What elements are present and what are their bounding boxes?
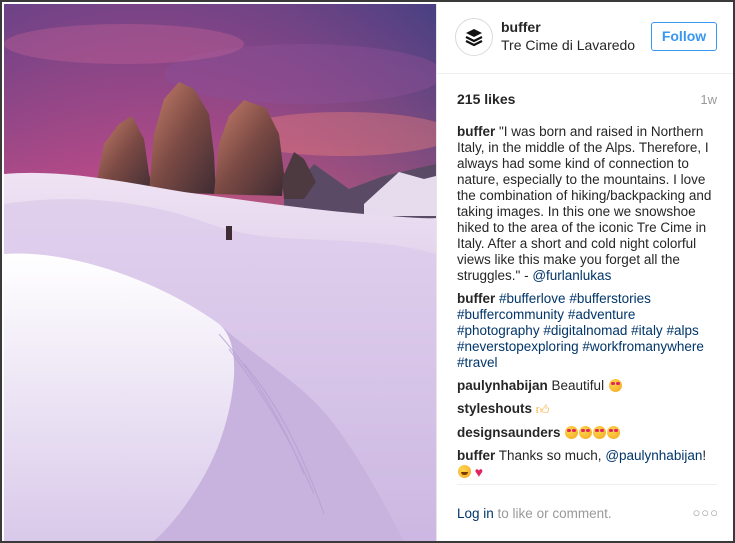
comment-username[interactable]: styleshouts	[457, 401, 532, 416]
hashtag[interactable]: #bufferstories	[569, 291, 651, 306]
list-item: designsaunders	[457, 425, 719, 441]
hashtag[interactable]: #bufferlove	[499, 291, 566, 306]
hashtag[interactable]: #alps	[666, 323, 698, 338]
list-item: buffer #bufferlove #bufferstories #buffe…	[457, 291, 719, 371]
login-link[interactable]: Log in	[457, 506, 494, 521]
comment-username[interactable]: paulynhabijan	[457, 378, 548, 393]
comment-text: Beautiful	[551, 378, 605, 393]
comment-mention[interactable]: @paulynhabijan	[605, 448, 702, 463]
likes-count[interactable]: 215 likes	[457, 91, 515, 107]
list-item: paulynhabijan Beautiful	[457, 378, 719, 394]
caption-text: "I was born and raised in Northern Italy…	[457, 124, 712, 283]
comment-text: Thanks so much,	[498, 448, 606, 463]
comments-list: buffer "I was born and raised in Norther…	[457, 124, 719, 487]
hashtag[interactable]: #travel	[457, 355, 498, 370]
location-link[interactable]: Tre Cime di Lavaredo	[501, 37, 635, 53]
likes-row: 215 likes 1w	[457, 91, 717, 111]
post-details-panel: buffer Tre Cime di Lavaredo Follow 215 l…	[436, 4, 733, 541]
heart-icon: ♥	[474, 464, 484, 480]
heart-eyes-icon	[565, 426, 579, 439]
heart-eyes-icon	[608, 379, 622, 392]
mountain-snow-image	[4, 4, 436, 541]
comment-username[interactable]: designsaunders	[457, 425, 561, 440]
hashtag[interactable]: #italy	[631, 323, 663, 338]
heart-eyes-icon	[579, 426, 593, 439]
follow-button[interactable]: Follow	[651, 22, 717, 51]
heart-eyes-icon	[607, 426, 621, 439]
list-item: buffer Thanks so much, @paulynhabijan! ♥	[457, 448, 719, 480]
hashtag[interactable]: #workfromanywhere	[582, 339, 704, 354]
comment-username[interactable]: buffer	[457, 448, 495, 463]
avatar[interactable]	[455, 18, 493, 56]
more-options-icon[interactable]: ○○○	[692, 505, 719, 520]
thumbs-up-icon: 👍︎	[535, 402, 550, 417]
hashtag[interactable]: #adventure	[568, 307, 636, 322]
hashtag[interactable]: #photography	[457, 323, 540, 338]
post-photo[interactable]	[4, 4, 436, 541]
caption-mention[interactable]: @furlanlukas	[532, 268, 611, 283]
list-item: styleshouts 👍︎	[457, 401, 719, 418]
comment-footer: Log in to like or comment. ○○○	[457, 484, 719, 524]
hashtag[interactable]: #digitalnomad	[543, 323, 627, 338]
post-time[interactable]: 1w	[700, 92, 717, 107]
hashtag[interactable]: #neverstopexploring	[457, 339, 579, 354]
login-prompt-text: to like or comment.	[493, 506, 612, 521]
comment-username[interactable]: buffer	[457, 291, 495, 306]
buffer-logo-icon	[465, 29, 483, 47]
post-header: buffer Tre Cime di Lavaredo Follow	[437, 4, 733, 74]
caption: buffer "I was born and raised in Norther…	[457, 124, 719, 284]
account-username[interactable]: buffer	[501, 19, 541, 35]
comment-text-suffix: !	[702, 448, 707, 463]
login-prompt: Log in to like or comment.	[457, 506, 612, 521]
hashtag[interactable]: #buffercommunity	[457, 307, 564, 322]
instagram-post: buffer Tre Cime di Lavaredo Follow 215 l…	[0, 0, 735, 543]
heart-eyes-icon	[593, 426, 607, 439]
caption-username[interactable]: buffer	[457, 124, 495, 139]
grin-icon	[458, 465, 471, 478]
